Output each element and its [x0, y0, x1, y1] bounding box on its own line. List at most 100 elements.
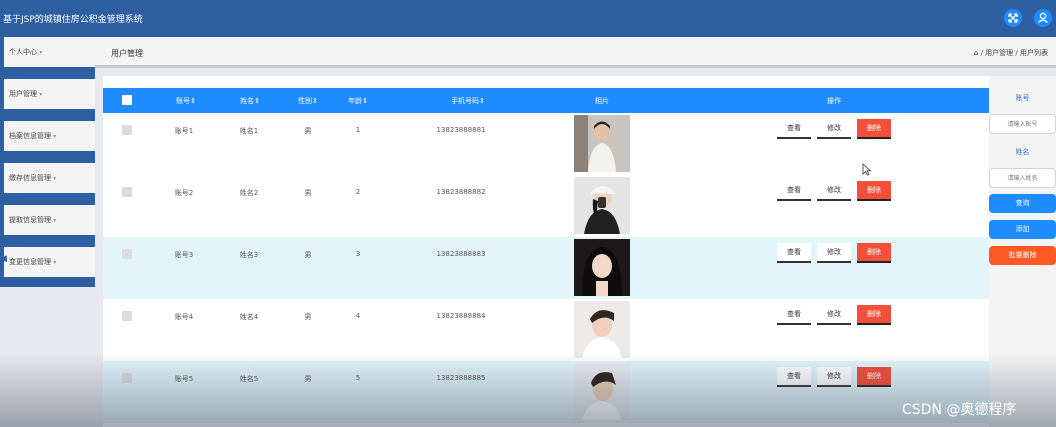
edit-button[interactable]: 修改: [817, 119, 851, 139]
cell-age: 4: [355, 312, 361, 320]
sidebar-item-deposit-info[interactable]: 缴存信息管理 ▾: [4, 163, 95, 193]
view-button[interactable]: 查看: [777, 305, 811, 325]
edit-button[interactable]: 修改: [817, 305, 851, 325]
column-header-phone[interactable]: 手机号码⇕: [451, 96, 485, 106]
breadcrumb-bar: 用户管理 ⌂ / 用户管理 / 用户列表: [95, 37, 1056, 68]
sidebar-item-personal-center[interactable]: 个人中心 ▾: [4, 37, 95, 67]
breadcrumb-path[interactable]: / 用户管理 / 用户列表: [981, 49, 1048, 57]
cell-account: 账号2: [174, 189, 194, 197]
table-row: 账号1 姓名1 男 1 13823888881 查看 修改 删除: [103, 113, 989, 175]
delete-button[interactable]: 删除: [857, 305, 891, 325]
chevron-down-icon: ▾: [53, 175, 57, 182]
cell-gender: 男: [304, 251, 312, 259]
fullscreen-icon[interactable]: [1004, 9, 1022, 27]
sidebar-item-change-info[interactable]: 变更信息管理 ▾: [4, 247, 95, 277]
table-row: 账号2 姓名2 男 2 13823888882 查看 修改 删除: [103, 175, 989, 237]
sort-icon: ⇕: [312, 97, 318, 105]
row-checkbox[interactable]: [122, 249, 132, 259]
delete-button[interactable]: 删除: [857, 367, 891, 387]
name-label: 姓名: [1015, 148, 1030, 156]
cell-account: 账号4: [174, 313, 194, 321]
user-photo: [574, 115, 630, 172]
view-button[interactable]: 查看: [777, 243, 811, 263]
cell-gender: 男: [304, 127, 312, 135]
mouse-cursor-icon: [862, 163, 872, 178]
sidebar-item-archive-info[interactable]: 档案信息管理 ▾: [4, 121, 95, 151]
cell-name: 姓名1: [239, 127, 259, 135]
column-header-account[interactable]: 账号⇕: [176, 96, 196, 106]
view-button[interactable]: 查看: [777, 181, 811, 201]
cell-phone: 13823888884: [436, 312, 486, 320]
table-row: 账号4 姓名4 男 4 13823888884 查看 修改 删除: [103, 299, 989, 361]
sidebar: 个人中心 ▾ 用户管理 ▾ 档案信息管理 ▾ 缴存信息管理 ▾ 提取信息管理 ▾…: [0, 37, 95, 287]
row-checkbox[interactable]: [122, 125, 132, 135]
cell-gender: 男: [304, 313, 312, 321]
chevron-down-icon: ▾: [53, 217, 57, 224]
search-panel: 账号 姓名 查询 添加 批量删除: [989, 76, 1056, 427]
user-photo: [574, 239, 630, 296]
user-photo: [574, 363, 630, 420]
user-photo: [574, 301, 630, 358]
sort-icon: ⇕: [362, 97, 368, 105]
edit-button[interactable]: 修改: [817, 243, 851, 263]
sort-icon: ⇕: [479, 97, 485, 105]
cell-age: 1: [355, 126, 361, 134]
chevron-down-icon: ▾: [39, 91, 43, 98]
collapse-arrow-icon[interactable]: ◀: [0, 254, 7, 264]
sort-icon: ⇕: [190, 97, 196, 105]
cell-gender: 男: [304, 189, 312, 197]
add-button[interactable]: 添加: [989, 220, 1056, 239]
edit-button[interactable]: 修改: [817, 181, 851, 201]
sort-icon: ⇕: [254, 97, 260, 105]
sidebar-item-label: 档案信息管理: [9, 132, 51, 140]
select-all-checkbox[interactable]: [122, 95, 132, 105]
column-header-age[interactable]: 年龄⇕: [348, 96, 368, 106]
cell-gender: 男: [304, 375, 312, 383]
page-title: 用户管理: [111, 49, 143, 58]
cell-account: 账号5: [174, 375, 194, 383]
table-row: 账号5 姓名5 男 5 13823888885 查看 修改 删除: [103, 361, 989, 423]
cell-age: 3: [355, 250, 361, 258]
home-icon[interactable]: ⌂: [974, 49, 978, 57]
query-button[interactable]: 查询: [989, 194, 1056, 213]
account-label: 账号: [1015, 94, 1030, 102]
user-icon[interactable]: [1034, 9, 1052, 27]
chevron-down-icon: ▾: [53, 133, 57, 140]
breadcrumb: ⌂ / 用户管理 / 用户列表: [974, 48, 1048, 58]
cell-account: 账号1: [174, 127, 194, 135]
cell-name: 姓名4: [239, 313, 259, 321]
cell-account: 账号3: [174, 251, 194, 259]
row-checkbox[interactable]: [122, 187, 132, 197]
table-header: 账号⇕ 姓名⇕ 性别⇕ 年龄⇕ 手机号码⇕ 相片 操作: [103, 88, 989, 113]
sidebar-item-withdraw-info[interactable]: 提取信息管理 ▾: [4, 205, 95, 235]
watermark: CSDN @奥德程序: [902, 402, 1017, 418]
sidebar-item-label: 用户管理: [9, 90, 37, 98]
account-search-input[interactable]: [989, 114, 1056, 134]
view-button[interactable]: 查看: [777, 119, 811, 139]
delete-button[interactable]: 删除: [857, 243, 891, 263]
cell-name: 姓名2: [239, 189, 259, 197]
cell-age: 5: [355, 374, 361, 382]
view-button[interactable]: 查看: [777, 367, 811, 387]
cell-phone: 13823888881: [436, 126, 486, 134]
row-checkbox[interactable]: [122, 311, 132, 321]
column-header-gender[interactable]: 性别⇕: [298, 96, 318, 106]
cell-name: 姓名5: [239, 375, 259, 383]
chevron-down-icon: ▾: [39, 49, 43, 56]
sidebar-item-label: 缴存信息管理: [9, 174, 51, 182]
sidebar-item-user-management[interactable]: 用户管理 ▾: [4, 79, 95, 109]
column-header-photo: 相片: [595, 97, 609, 105]
user-photo: [574, 177, 630, 234]
delete-button[interactable]: 删除: [857, 119, 891, 139]
batch-delete-button[interactable]: 批量删除: [989, 246, 1056, 265]
column-header-name[interactable]: 姓名⇕: [240, 96, 260, 106]
sidebar-item-label: 变更信息管理: [9, 258, 51, 266]
name-search-input[interactable]: [989, 168, 1056, 188]
row-checkbox[interactable]: [122, 373, 132, 383]
cell-phone: 13823888885: [436, 374, 486, 382]
cell-phone: 13823888882: [436, 188, 486, 196]
delete-button[interactable]: 删除: [857, 181, 891, 201]
edit-button[interactable]: 修改: [817, 367, 851, 387]
cell-age: 2: [355, 188, 361, 196]
sidebar-item-label: 提取信息管理: [9, 216, 51, 224]
